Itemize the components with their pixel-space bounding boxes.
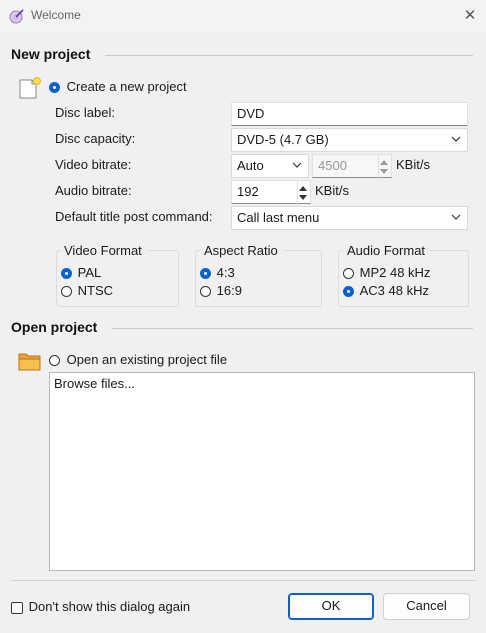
video-bitrate-unit: KBit/s <box>396 157 430 172</box>
video-bitrate-mode-value: Auto <box>237 158 264 173</box>
disc-capacity-label: Disc capacity: <box>55 131 136 146</box>
aspect-ratio-title: Aspect Ratio <box>200 243 282 258</box>
audio-bitrate-spin-buttons[interactable] <box>297 181 310 205</box>
open-existing-project-option[interactable]: Open an existing project file <box>49 352 227 367</box>
ac3-radio[interactable] <box>343 286 354 298</box>
aspect-ratio-option-16-9[interactable]: 16:9 <box>200 283 242 298</box>
mp2-radio[interactable] <box>343 268 354 280</box>
open-project-section-title: Open project <box>11 319 98 335</box>
audio-bitrate-label: Audio bitrate: <box>55 183 132 198</box>
dont-show-again-label: Don't show this dialog again <box>28 599 191 614</box>
chevron-down-icon <box>451 214 461 220</box>
chevron-down-icon <box>451 136 461 142</box>
video-format-title: Video Format <box>60 243 146 258</box>
aspect-ratio-option-4-3[interactable]: 4:3 <box>200 265 235 280</box>
dont-show-again-option[interactable]: Don't show this dialog again <box>11 599 190 614</box>
audio-bitrate-value: 192 <box>237 184 259 199</box>
disc-label-input[interactable]: DVD <box>231 102 468 126</box>
disc-capacity-select[interactable]: DVD-5 (4.7 GB) <box>231 128 468 152</box>
close-button[interactable]: ✕ <box>458 4 482 28</box>
video-format-option-pal[interactable]: PAL <box>61 265 101 280</box>
create-new-project-label: Create a new project <box>66 79 187 94</box>
open-existing-project-label: Open an existing project file <box>66 352 228 367</box>
post-command-label: Default title post command: <box>55 209 213 224</box>
dont-show-again-checkbox[interactable] <box>11 601 23 614</box>
video-bitrate-label: Video bitrate: <box>55 157 132 172</box>
create-new-project-radio[interactable] <box>49 82 60 94</box>
ntsc-label: NTSC <box>77 283 114 298</box>
audio-format-option-ac3[interactable]: AC3 48 kHz <box>343 283 429 298</box>
new-document-icon <box>19 77 41 99</box>
browse-files-item[interactable]: Browse files... <box>54 376 470 391</box>
audio-format-option-mp2[interactable]: MP2 48 kHz <box>343 265 430 280</box>
ac3-label: AC3 48 kHz <box>359 283 429 298</box>
cancel-button[interactable]: Cancel <box>383 593 470 620</box>
aspect-4-3-radio[interactable] <box>200 268 211 280</box>
disc-capacity-value: DVD-5 (4.7 GB) <box>237 132 329 147</box>
ok-button[interactable]: OK <box>288 593 374 620</box>
new-project-divider <box>105 55 473 56</box>
pal-radio[interactable] <box>61 268 72 280</box>
aspect-4-3-label: 4:3 <box>216 265 235 280</box>
window-title: Welcome <box>31 8 81 22</box>
open-existing-project-radio[interactable] <box>49 355 60 367</box>
footer-divider <box>11 580 475 581</box>
video-bitrate-spin-buttons[interactable] <box>378 155 391 179</box>
chevron-down-icon <box>292 162 302 168</box>
new-project-section-title: New project <box>11 46 91 62</box>
audio-bitrate-unit: KBit/s <box>315 183 349 198</box>
video-bitrate-value: 4500 <box>318 158 347 173</box>
folder-icon <box>18 353 41 371</box>
mp2-label: MP2 48 kHz <box>359 265 431 280</box>
post-command-select[interactable]: Call last menu <box>231 206 468 230</box>
video-format-option-ntsc[interactable]: NTSC <box>61 283 113 298</box>
open-project-divider <box>112 328 473 329</box>
create-new-project-option[interactable]: Create a new project <box>49 79 187 94</box>
audio-bitrate-spinbox[interactable]: 192 <box>231 180 311 205</box>
post-command-value: Call last menu <box>237 210 320 225</box>
dvd-wand-icon <box>9 9 24 24</box>
audio-format-title: Audio Format <box>343 243 430 258</box>
video-bitrate-mode-select[interactable]: Auto <box>231 154 309 178</box>
pal-label: PAL <box>77 265 102 280</box>
aspect-16-9-radio[interactable] <box>200 286 211 298</box>
disc-label-label: Disc label: <box>55 105 115 120</box>
video-bitrate-spinbox[interactable]: 4500 <box>312 154 392 179</box>
aspect-16-9-label: 16:9 <box>216 283 242 298</box>
ntsc-radio[interactable] <box>61 286 72 298</box>
project-file-list[interactable]: Browse files... <box>49 372 475 571</box>
